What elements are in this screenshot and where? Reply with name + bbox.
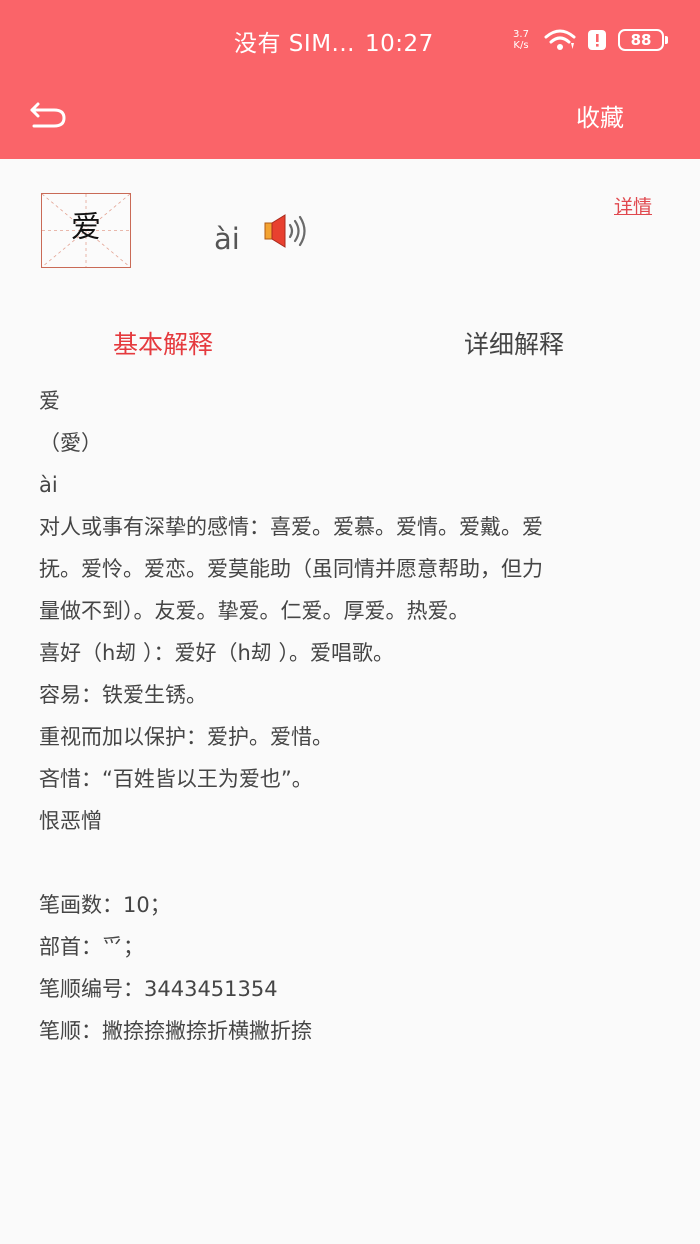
definition-line: 量做不到）。友爱。挚爱。仁爱。厚爱。热爱。 [39, 599, 470, 623]
carrier-text: 没有 SIM... [234, 31, 355, 57]
definition-line: 吝惜：“百姓皆以王为爱也”。 [39, 767, 313, 791]
definition-line: （愛） [39, 431, 102, 455]
network-speed-unit: K/s [513, 40, 529, 51]
favorite-button[interactable]: 收藏 [576, 98, 624, 133]
pinyin: ài [214, 222, 240, 256]
status-icons: 3.7 K/s 88 [508, 26, 668, 54]
status-bar: 没有 SIM... 10:27 3.7 K/s 88 [0, 0, 700, 80]
definition-content: 爱 （愛） ài 对人或事有深挚的感情：喜爱。爱慕。爱情。爱戴。爱 抚。爱怜。爱… [39, 380, 695, 1052]
network-speed: 3.7 K/s [508, 29, 534, 51]
radical: 部首：爫； [39, 935, 144, 959]
detail-link[interactable]: 详情 [614, 192, 652, 219]
clock: 10:27 [364, 31, 434, 57]
status-carrier-time: 没有 SIM... 10:27 [234, 24, 434, 58]
tab-detailed-definition[interactable]: 详细解释 [464, 325, 564, 361]
speaker-icon[interactable] [263, 213, 309, 249]
definition-line: ài [39, 473, 58, 497]
definition-line: 恨恶憎 [39, 809, 102, 833]
wifi-icon [544, 29, 576, 50]
definition-line: 对人或事有深挚的感情：喜爱。爱慕。爱情。爱戴。爱 [39, 515, 543, 539]
battery-indicator: 88 [618, 29, 668, 51]
alert-icon [588, 30, 606, 50]
definition-line: 爱 [39, 389, 60, 413]
character-grid-box: 爱 [41, 193, 131, 268]
app-header: 没有 SIM... 10:27 3.7 K/s 88 收藏 [0, 0, 700, 159]
tab-basic-definition[interactable]: 基本解释 [113, 325, 213, 361]
definition-line: 喜好（h刼 ）：爱好（h刼 ）。爱唱歌。 [39, 641, 394, 665]
network-speed-value: 3.7 [513, 29, 529, 40]
stroke-code: 笔顺编号：3443451354 [39, 977, 278, 1001]
definition-line: 重视而加以保护：爱护。爱惜。 [39, 725, 333, 749]
definition-line: 抚。爱怜。爱恋。爱莫能助（虽同情并愿意帮助，但力 [39, 557, 543, 581]
back-icon[interactable] [28, 98, 68, 132]
character-glyph: 爱 [71, 210, 101, 245]
definition-line: 容易：铁爱生锈。 [39, 683, 207, 707]
stroke-count: 笔画数：10； [39, 893, 171, 917]
stroke-order: 笔顺：撇捺捺撇捺折横撇折捺 [39, 1019, 312, 1043]
